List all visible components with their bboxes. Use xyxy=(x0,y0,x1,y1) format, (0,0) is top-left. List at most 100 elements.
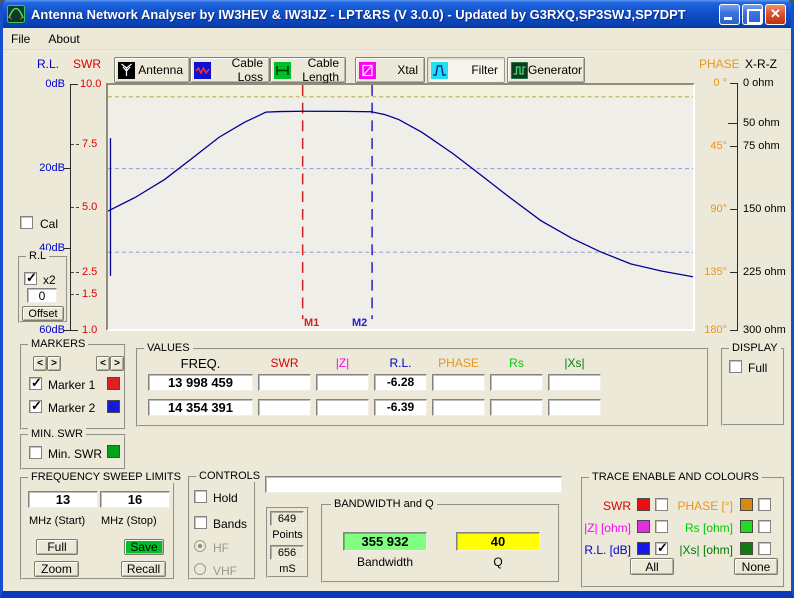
offset-button[interactable]: Offset xyxy=(22,306,64,321)
marker2-label: M2 xyxy=(352,317,367,329)
trace-xs-checkbox[interactable] xyxy=(758,542,771,555)
ms-label: mS xyxy=(267,563,308,575)
display-full-label: Full xyxy=(748,361,767,375)
value-cell-rl-1: -6.28 xyxy=(374,374,427,391)
right-axis-tick xyxy=(730,146,737,147)
filter-button[interactable]: Filter xyxy=(427,57,505,83)
trace-swr-swatch[interactable] xyxy=(637,498,650,511)
trace-phase-label: PHASE [°] xyxy=(675,499,733,513)
xtal-icon xyxy=(359,62,376,79)
marker1-color-swatch[interactable] xyxy=(107,377,120,390)
values-header-rl: R.L. xyxy=(374,356,427,370)
trace-z-label: |Z| [ohm] xyxy=(573,521,631,535)
trace-xs-swatch[interactable] xyxy=(740,542,753,555)
right-axis-tick xyxy=(728,123,738,124)
right-axis-tick xyxy=(730,330,738,331)
marker2-next-button[interactable]: > xyxy=(110,356,124,371)
value-cell-swr-1 xyxy=(258,374,311,391)
swr-tick-label: 1.5 xyxy=(82,288,97,300)
marker2-color-swatch[interactable] xyxy=(107,400,120,413)
menu-about[interactable]: About xyxy=(48,32,79,46)
vhf-label: VHF xyxy=(213,564,237,578)
q-value: 40 xyxy=(456,532,540,551)
marker1-next-button[interactable]: > xyxy=(47,356,61,371)
sweep-start-label: MHz (Start) xyxy=(29,515,85,527)
cable-loss-icon xyxy=(194,62,211,79)
sweep-recall-button[interactable]: Recall xyxy=(121,561,166,577)
q-label: Q xyxy=(456,555,540,569)
generator-button[interactable]: Generator xyxy=(507,57,585,83)
xrz-axis-header: X-R-Z xyxy=(745,57,777,71)
value-cell-freq-2: 14 354 391 xyxy=(148,399,253,416)
cal-checkbox[interactable] xyxy=(20,216,33,229)
trace-z-swatch[interactable] xyxy=(637,520,650,533)
sweep-start-input[interactable]: 13 xyxy=(28,491,98,508)
vhf-radio[interactable] xyxy=(194,563,206,575)
values-header-phase: PHASE xyxy=(432,356,485,370)
trace-rl-label: R.L. [dB] xyxy=(573,543,631,557)
swr-tick-label: 7.5 xyxy=(82,138,97,150)
marker2-prev-button[interactable]: < xyxy=(96,356,110,371)
phase-tick-label: 45° xyxy=(693,140,727,152)
generator-icon xyxy=(511,62,528,79)
hold-checkbox[interactable] xyxy=(194,490,207,503)
display-full-checkbox[interactable] xyxy=(729,360,742,373)
value-cell-freq-1: 13 998 459 xyxy=(148,374,253,391)
app-window: Antenna Network Analyser by IW3HEV & IW3… xyxy=(0,0,794,598)
trace-rl-swatch[interactable] xyxy=(637,542,650,555)
cal-label: Cal xyxy=(40,217,58,231)
trace-rl-checkbox[interactable] xyxy=(655,542,668,555)
hf-radio[interactable] xyxy=(194,540,206,552)
close-button[interactable] xyxy=(765,4,786,25)
values-header-xs: |Xs| xyxy=(548,356,601,370)
trace-swr-label: SWR xyxy=(573,499,631,513)
minimize-button[interactable] xyxy=(719,4,740,25)
cable-length-icon xyxy=(274,62,291,79)
trace-phase-swatch[interactable] xyxy=(740,498,753,511)
sweep-save-button[interactable]: Save xyxy=(124,539,164,555)
cable-loss-button[interactable]: Cable Loss xyxy=(190,57,270,83)
marker1-checkbox[interactable] xyxy=(29,377,42,390)
trace-swr-checkbox[interactable] xyxy=(655,498,668,511)
trace-phase-checkbox[interactable] xyxy=(758,498,771,511)
sweep-full-button[interactable]: Full xyxy=(36,539,78,555)
marker2-checkbox[interactable] xyxy=(29,400,42,413)
values-header-freq: FREQ. xyxy=(148,356,253,370)
marker1-label-text: Marker 1 xyxy=(48,378,95,392)
rl-tick-label: 20dB xyxy=(33,162,65,174)
left-axis-tick xyxy=(71,144,79,145)
sweep-zoom-button[interactable]: Zoom xyxy=(34,561,79,577)
x2-label: x2 xyxy=(43,273,56,287)
phase-tick-label: 180° xyxy=(693,324,727,336)
plot-canvas xyxy=(108,85,693,329)
bands-checkbox[interactable] xyxy=(194,516,207,529)
text-input[interactable] xyxy=(265,476,562,493)
trace-rs-swatch[interactable] xyxy=(740,520,753,533)
cable-length-button[interactable]: Cable Length xyxy=(270,57,346,83)
antenna-button[interactable]: Antenna xyxy=(114,57,190,83)
offset-input[interactable]: 0 xyxy=(27,288,57,303)
sweep-stop-input[interactable]: 16 xyxy=(100,491,170,508)
xtal-button[interactable]: Xtal xyxy=(355,57,425,83)
x2-checkbox[interactable] xyxy=(24,272,37,285)
trace-all-button[interactable]: All xyxy=(630,558,674,575)
ohm-tick-label: 0 ohm xyxy=(743,77,774,89)
right-axis-tick xyxy=(730,272,737,273)
min-swr-color-swatch[interactable] xyxy=(107,445,120,458)
marker1-prev-button[interactable]: < xyxy=(33,356,47,371)
maximize-button[interactable] xyxy=(742,4,763,25)
bandwidth-label: Bandwidth xyxy=(343,555,427,569)
min-swr-checkbox[interactable] xyxy=(29,446,42,459)
marker1-label: M1 xyxy=(304,317,319,329)
ms-value: 656 xyxy=(270,545,304,560)
min-swr-label: Min. SWR xyxy=(48,447,102,461)
trace-none-button[interactable]: None xyxy=(734,558,778,575)
marker2-label-text: Marker 2 xyxy=(48,401,95,415)
left-axis-tick xyxy=(70,84,78,85)
menu-file[interactable]: File xyxy=(11,32,30,46)
rl-axis-header: R.L. xyxy=(37,57,59,71)
trace-z-checkbox[interactable] xyxy=(655,520,668,533)
title-bar: Antenna Network Analyser by IW3HEV & IW3… xyxy=(0,0,794,28)
trace-rs-checkbox[interactable] xyxy=(758,520,771,533)
plot-area[interactable] xyxy=(106,83,695,331)
